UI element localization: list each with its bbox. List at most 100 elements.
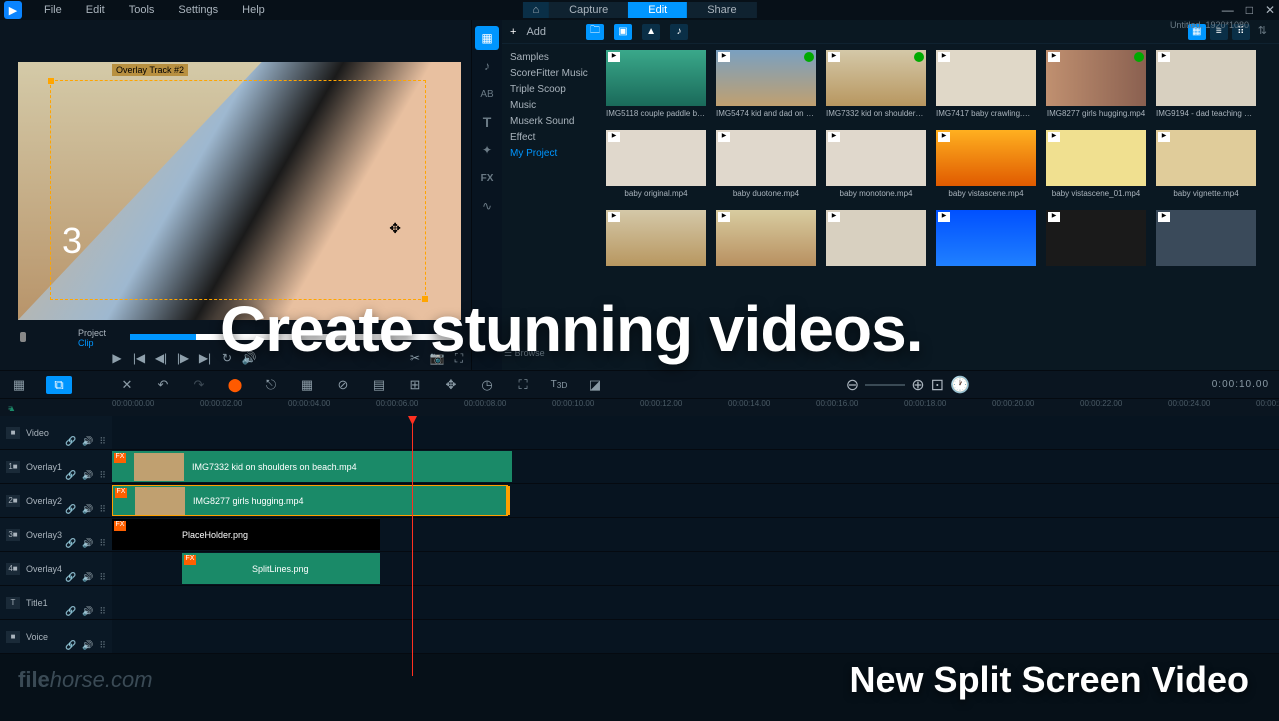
media-thumbnail[interactable]: ▶IMG7332 kid on shoulders on b… bbox=[826, 50, 926, 126]
track-body[interactable]: FXPlaceHolder.png bbox=[112, 518, 1279, 551]
media-thumbnail[interactable]: ▶ bbox=[606, 210, 706, 277]
track-record-icon[interactable]: ■ bbox=[6, 427, 20, 439]
track-record-icon[interactable]: 1■ bbox=[6, 461, 20, 473]
mute-icon[interactable]: 🔊 bbox=[82, 606, 93, 617]
storyboard-icon[interactable]: ▦ bbox=[10, 376, 28, 394]
track-menu-icon[interactable]: ⠿ bbox=[99, 504, 106, 515]
zoom-in-icon[interactable]: ⊕ bbox=[911, 375, 924, 395]
subtitle-icon[interactable]: ▤ bbox=[370, 376, 388, 394]
track-header[interactable]: 3■Overlay3🔗🔊⠿ bbox=[0, 518, 112, 551]
filter-icon[interactable]: FX bbox=[475, 166, 499, 190]
mute-icon[interactable]: 🔊 bbox=[82, 572, 93, 583]
tree-item[interactable]: Triple Scoop Music bbox=[510, 82, 594, 114]
photo-filter-icon[interactable]: ▲ bbox=[642, 24, 660, 40]
sort-icon[interactable]: ⇅ bbox=[1254, 24, 1271, 40]
menu-tools[interactable]: Tools bbox=[117, 4, 167, 16]
prev-frame-button[interactable]: ◀| bbox=[154, 351, 168, 365]
redo-button[interactable]: ↷ bbox=[190, 376, 208, 394]
tree-item[interactable]: Samples bbox=[510, 50, 594, 66]
minimize-button[interactable]: — bbox=[1222, 3, 1234, 17]
zoom-slider[interactable] bbox=[865, 384, 905, 386]
track-menu-icon[interactable]: ⠿ bbox=[99, 538, 106, 549]
track-record-icon[interactable]: 3■ bbox=[6, 529, 20, 541]
track-body[interactable] bbox=[112, 416, 1279, 449]
capture-tab[interactable]: Capture bbox=[549, 2, 628, 18]
mute-icon[interactable]: 🔊 bbox=[82, 538, 93, 549]
undo-button[interactable]: ↶ bbox=[154, 376, 172, 394]
title-icon[interactable]: T bbox=[475, 110, 499, 134]
playhead[interactable] bbox=[412, 416, 413, 676]
track-menu-icon[interactable]: ⠿ bbox=[99, 436, 106, 447]
goto-start-button[interactable]: |◀ bbox=[132, 351, 146, 365]
track-body[interactable] bbox=[112, 620, 1279, 653]
audio-filter-icon[interactable]: ♪ bbox=[670, 24, 688, 40]
menu-settings[interactable]: Settings bbox=[166, 4, 230, 16]
media-thumbnail[interactable]: ▶baby vignette.mp4 bbox=[1156, 130, 1256, 206]
media-thumbnail[interactable]: ▶baby vistascene.mp4 bbox=[936, 130, 1036, 206]
track-menu-icon[interactable]: ⠿ bbox=[99, 572, 106, 583]
media-thumbnail[interactable]: ▶baby monotone.mp4 bbox=[826, 130, 926, 206]
timeline-clip[interactable]: FXIMG8277 girls hugging.mp4 bbox=[112, 485, 508, 516]
timecode[interactable]: 0:00:10.00 bbox=[1212, 379, 1269, 390]
media-thumbnail[interactable]: ▶baby duotone.mp4 bbox=[716, 130, 816, 206]
play-button[interactable]: ▶ bbox=[110, 351, 124, 365]
grid-icon[interactable]: ⊞ bbox=[406, 376, 424, 394]
timeline-ruler[interactable]: ≡ ≡ ▲ 00:00:00.0000:00:02.0000:00:04.000… bbox=[0, 398, 1279, 416]
media-thumbnail[interactable]: ▶IMG5118 couple paddle boardin… bbox=[606, 50, 706, 126]
fit-icon[interactable]: ⊡ bbox=[931, 375, 944, 395]
track-menu-icon[interactable]: ⠿ bbox=[99, 606, 106, 617]
3d-title-icon[interactable]: T3D bbox=[550, 376, 568, 394]
link-icon[interactable]: 🔗 bbox=[65, 504, 76, 515]
media-thumbnail[interactable]: ▶ bbox=[1156, 210, 1256, 277]
media-thumbnail[interactable]: ▶ bbox=[826, 210, 926, 277]
menu-help[interactable]: Help bbox=[230, 4, 277, 16]
mute-icon[interactable]: 🔊 bbox=[82, 640, 93, 651]
track-menu-icon[interactable]: ⠿ bbox=[99, 640, 106, 651]
share-tab[interactable]: Share bbox=[687, 2, 756, 18]
track-header[interactable]: ■Voice🔗🔊⠿ bbox=[0, 620, 112, 653]
track-header[interactable]: ■Video🔗🔊⠿ bbox=[0, 416, 112, 449]
timeline-clip[interactable]: FXPlaceHolder.png bbox=[112, 519, 380, 550]
media-thumbnail[interactable]: ▶IMG7417 baby crawling.mp4 bbox=[936, 50, 1036, 126]
mute-icon[interactable]: 🔊 bbox=[82, 504, 93, 515]
track-body[interactable]: FXIMG8277 girls hugging.mp4 bbox=[112, 484, 1279, 517]
track-body[interactable]: FXIMG7332 kid on shoulders on beach.mp4 bbox=[112, 450, 1279, 483]
media-thumbnail[interactable]: ▶ bbox=[1046, 210, 1146, 277]
move-icon[interactable]: ✥ bbox=[389, 220, 401, 237]
track-record-icon[interactable]: 4■ bbox=[6, 563, 20, 575]
timeline-clip[interactable]: FXSplitLines.png bbox=[182, 553, 380, 584]
link-icon[interactable]: 🔗 bbox=[65, 572, 76, 583]
track-menu-icon[interactable]: ⠿ bbox=[99, 470, 106, 481]
zoom-out-icon[interactable]: ⊖ bbox=[846, 375, 859, 395]
track-body[interactable] bbox=[112, 586, 1279, 619]
track-record-icon[interactable]: T bbox=[6, 597, 20, 609]
autoaudio-icon[interactable]: ▦ bbox=[298, 376, 316, 394]
menu-file[interactable]: File bbox=[32, 4, 74, 16]
mute-icon[interactable]: 🔊 bbox=[82, 436, 93, 447]
media-thumbnail[interactable]: ▶ bbox=[716, 210, 816, 277]
link-icon[interactable]: 🔗 bbox=[65, 640, 76, 651]
track-body[interactable]: FXSplitLines.png bbox=[112, 552, 1279, 585]
link-icon[interactable]: 🔗 bbox=[65, 606, 76, 617]
track-header[interactable]: 2■Overlay2🔗🔊⠿ bbox=[0, 484, 112, 517]
track-record-icon[interactable]: ■ bbox=[6, 631, 20, 643]
edit-tab[interactable]: Edit bbox=[628, 2, 687, 18]
chapter-icon[interactable]: ⊘ bbox=[334, 376, 352, 394]
tree-item[interactable]: Muserk Sound Effect bbox=[510, 114, 594, 146]
media-thumbnail[interactable]: ▶IMG5474 kid and dad on water l… bbox=[716, 50, 816, 126]
multi-icon[interactable]: ◷ bbox=[478, 376, 496, 394]
record-icon[interactable]: ⬤ bbox=[226, 376, 244, 394]
tree-item[interactable]: ScoreFitter Music bbox=[510, 66, 594, 82]
media-thumbnail[interactable]: ▶ bbox=[936, 210, 1036, 277]
selection-box[interactable] bbox=[50, 80, 426, 300]
track-header[interactable]: 4■Overlay4🔗🔊⠿ bbox=[0, 552, 112, 585]
maximize-button[interactable]: □ bbox=[1246, 3, 1253, 17]
mute-icon[interactable]: 🔊 bbox=[82, 470, 93, 481]
transition-icon[interactable]: AB bbox=[475, 82, 499, 106]
timeline-clip[interactable]: FXIMG7332 kid on shoulders on beach.mp4 bbox=[112, 451, 512, 482]
link-icon[interactable]: 🔗 bbox=[65, 470, 76, 481]
goto-end-button[interactable]: ▶| bbox=[198, 351, 212, 365]
tree-item[interactable]: My Project bbox=[510, 146, 594, 162]
customize-icon[interactable]: ◪ bbox=[586, 376, 604, 394]
media-thumbnail[interactable]: ▶IMG8277 girls hugging.mp4 bbox=[1046, 50, 1146, 126]
